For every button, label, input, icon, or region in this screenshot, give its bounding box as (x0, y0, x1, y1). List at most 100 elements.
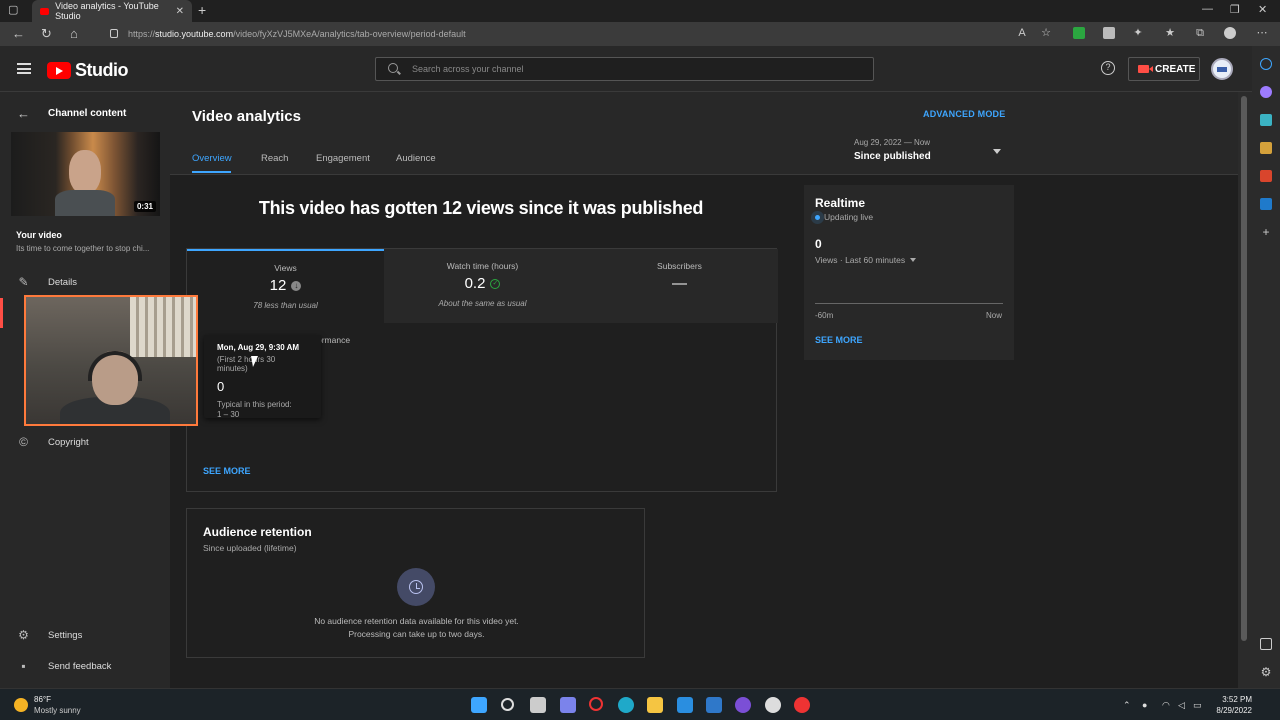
sidebar-item-details[interactable]: ✎ Details (17, 276, 77, 289)
extension-check-icon[interactable] (1073, 27, 1085, 39)
window-close-icon[interactable]: ✕ (1258, 3, 1267, 16)
url-prefix: https:// (128, 29, 156, 39)
minimize-icon[interactable]: — (1202, 3, 1213, 15)
realtime-start-label: -60m (815, 311, 834, 320)
realtime-metric-selector[interactable]: Views · Last 60 minutes (815, 255, 917, 265)
chat-icon[interactable] (560, 697, 576, 713)
feedback-icon: ▪ (21, 659, 26, 673)
sidebar-tools-icon[interactable] (1260, 142, 1272, 154)
restore-icon[interactable]: ❐ (1230, 3, 1240, 16)
collections-icon[interactable]: ⧉ (1194, 27, 1206, 39)
help-icon[interactable]: ? (1101, 61, 1115, 75)
start-icon[interactable] (471, 697, 487, 713)
gear-icon: ⚙ (18, 628, 29, 642)
opera-icon[interactable] (589, 697, 603, 711)
scrollbar-thumb[interactable] (1241, 96, 1247, 641)
metric-value: 12 (269, 277, 287, 294)
analytics-header: Video analytics ADVANCED MODE Overview R… (170, 92, 1238, 175)
sidebar-settings-icon[interactable]: ⚙ (1260, 666, 1272, 678)
tab-reach[interactable]: Reach (261, 153, 288, 164)
tooltip-typical-label: Typical in this period: (217, 400, 292, 409)
more-options-icon[interactable]: ⋯ (1256, 27, 1268, 39)
metric-views[interactable]: Views 12 ↓ 78 less than usual (187, 249, 384, 323)
home-icon[interactable]: ⌂ (70, 26, 78, 41)
extension-icon[interactable] (1103, 27, 1115, 39)
sidebar-add-icon[interactable]: + (1260, 226, 1272, 238)
tooltip-typical-range: 1 – 30 (217, 410, 240, 419)
sun-icon[interactable] (14, 698, 28, 712)
channel-content-back[interactable]: ← Channel content (17, 106, 126, 121)
account-avatar[interactable] (1211, 58, 1233, 80)
clock-icon (397, 568, 435, 606)
taskbar-search-icon[interactable] (501, 698, 514, 711)
sidebar-item-settings[interactable]: ⚙ Settings (17, 629, 82, 642)
favorites-icon[interactable]: ★ (1164, 27, 1176, 39)
wifi-icon[interactable]: ◠ (1162, 700, 1170, 711)
tab-overview[interactable]: Overview (192, 153, 232, 164)
task-view-icon[interactable] (530, 697, 546, 713)
read-aloud-icon[interactable]: A (1016, 27, 1028, 39)
your-video-label: Your video (16, 230, 62, 240)
chart-tooltip: Mon, Aug 29, 9:30 AM (First 2 hours 30 m… (204, 335, 321, 419)
sidebar-item-feedback[interactable]: ▪ Send feedback (17, 660, 111, 673)
profile-icon[interactable] (1224, 27, 1236, 39)
create-button[interactable]: CREATE (1128, 57, 1200, 81)
favorite-add-icon[interactable]: ☆ (1040, 27, 1052, 39)
sidebar-item-label: Details (48, 277, 78, 288)
weather-condition[interactable]: Mostly sunny (34, 706, 81, 715)
mail-icon[interactable] (706, 697, 722, 713)
sidebar-shopping-icon[interactable] (1260, 114, 1272, 126)
tray-chevron-icon[interactable]: ⌃ (1123, 700, 1131, 711)
arrow-down-icon: ↓ (291, 280, 302, 291)
url-field[interactable]: https://studio.youtube.com/video/fyXzVJ5… (106, 25, 996, 43)
webcam-overlay (24, 295, 198, 426)
logo-text: Studio (75, 60, 129, 80)
app-icon[interactable] (735, 697, 751, 713)
metric-watch-time[interactable]: Watch time (hours) 0.2 ✓ About the same a… (384, 249, 581, 323)
sidebar-discover-icon[interactable] (1260, 86, 1272, 98)
volume-icon[interactable]: ◁ (1178, 700, 1185, 711)
sidebar-office-icon[interactable] (1260, 170, 1272, 182)
copyright-icon: © (19, 435, 28, 449)
advanced-mode-button[interactable]: ADVANCED MODE (923, 109, 1005, 119)
xbox-icon[interactable] (765, 697, 781, 713)
search-input[interactable] (412, 62, 852, 76)
sidebar-outlook-icon[interactable] (1260, 198, 1272, 210)
pencil-icon: ✎ (18, 275, 29, 289)
browser-tab[interactable]: Video analytics - YouTube Studio ✕ (32, 0, 192, 22)
video-thumbnail[interactable]: 0:31 (11, 132, 160, 216)
recording-app-icon[interactable] (794, 697, 810, 713)
sidebar-item-copyright[interactable]: © Copyright (17, 436, 89, 449)
metric-subscribers[interactable]: Subscribers — (581, 249, 778, 323)
menu-icon[interactable] (17, 63, 31, 74)
back-icon[interactable]: ← (12, 26, 25, 41)
search-box[interactable] (375, 57, 874, 81)
retention-message: No audience retention data available for… (314, 616, 519, 626)
youtube-logo-icon (47, 62, 71, 79)
tab-audience[interactable]: Audience (396, 153, 436, 164)
sidebar-item-label: Send feedback (48, 661, 112, 672)
battery-icon[interactable]: ▭ (1193, 700, 1202, 711)
file-explorer-icon[interactable] (647, 697, 663, 713)
lock-icon (110, 29, 118, 38)
realtime-baseline (815, 303, 1003, 304)
browser-menu-icon[interactable]: ▢ (8, 3, 18, 16)
studio-logo[interactable]: Studio (47, 60, 129, 81)
clock-date[interactable]: 8/29/2022 (1206, 706, 1252, 715)
clock-time[interactable]: 3:52 PM (1214, 695, 1252, 704)
extensions-puzzle-icon[interactable]: ✦ (1132, 27, 1144, 39)
realtime-see-more-button[interactable]: SEE MORE (815, 335, 863, 345)
back-arrow-icon: ← (17, 106, 30, 121)
refresh-icon[interactable]: ↻ (41, 26, 52, 42)
sidebar-search-icon[interactable] (1260, 58, 1272, 70)
sidebar-panel-icon[interactable] (1260, 638, 1272, 650)
tooltip-date: Mon, Aug 29, 9:30 AM (217, 343, 300, 352)
see-more-button[interactable]: SEE MORE (203, 466, 251, 476)
tab-engagement[interactable]: Engagement (316, 153, 370, 164)
tab-close-icon[interactable]: ✕ (176, 6, 184, 17)
edge-icon[interactable] (618, 697, 634, 713)
new-tab-button[interactable]: + (198, 2, 206, 18)
weather-temperature[interactable]: 86°F (34, 695, 51, 704)
microphone-icon[interactable]: ● (1142, 700, 1147, 710)
store-icon[interactable] (677, 697, 693, 713)
